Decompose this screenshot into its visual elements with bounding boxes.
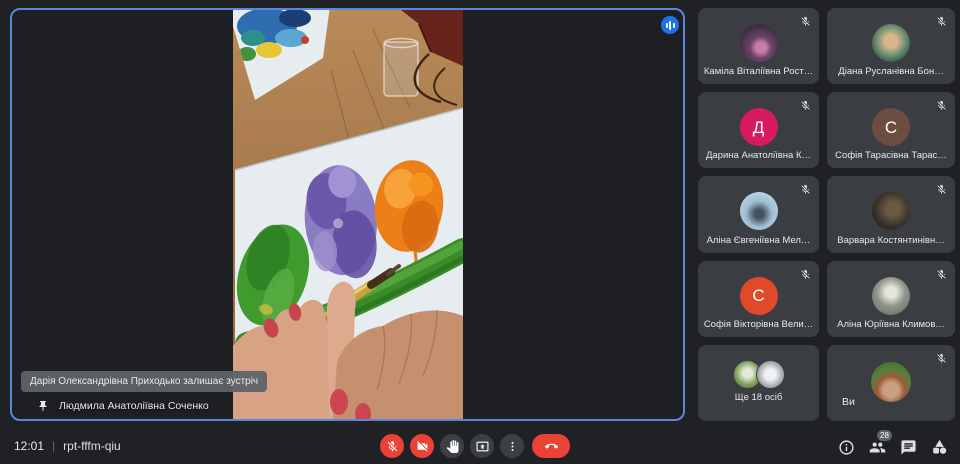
chat-icon [901, 440, 916, 455]
mic-off-icon [800, 14, 811, 26]
people-icon [869, 442, 886, 453]
avatar: С [739, 276, 778, 315]
participant-tile[interactable]: С Софія Тарасівна Тарас… [827, 92, 955, 169]
participant-tile[interactable]: Д Дарина Анатоліївна К… [698, 92, 819, 169]
participant-name: Софія Тарасівна Тарас… [835, 150, 947, 162]
audio-waveform-icon [661, 16, 679, 34]
avatar [871, 361, 911, 402]
participants-grid: Каміла Віталіївна Рост… Діана Русланівна… [698, 8, 955, 421]
panel-buttons: 28 [838, 430, 948, 456]
more-options-icon [511, 441, 513, 451]
mic-off-icon [936, 351, 947, 363]
mic-off-icon [800, 98, 811, 110]
participant-tile[interactable]: Варвара Костянтинівн… [827, 176, 955, 253]
more-participants-label: Ще 18 осіб [734, 391, 783, 403]
camera-off-icon [416, 440, 427, 451]
leave-call-icon [544, 443, 558, 449]
present-screen-button[interactable] [470, 434, 494, 458]
divider: | [52, 439, 56, 453]
pinned-participant: Людмила Анатоліївна Соченко [37, 400, 209, 412]
meeting-details-button[interactable] [838, 439, 855, 456]
activities-icon [933, 439, 947, 454]
participant-name: Варвара Костянтинівн… [837, 234, 945, 246]
pin-icon [39, 401, 47, 411]
raise-hand-button[interactable] [440, 434, 464, 458]
call-controls [380, 434, 570, 458]
avatar: Д [739, 108, 778, 147]
leave-call-button[interactable] [532, 434, 570, 458]
leave-meeting-toast: Дарія Олександрівна Приходько залишає зу… [21, 371, 268, 392]
participants-count-badge: 28 [877, 430, 892, 441]
participant-name: Каміла Віталіївна Рост… [703, 66, 814, 78]
more-participants-tile[interactable]: Ще 18 осіб [698, 344, 819, 421]
meeting-code: rpt-fffm-qiu [63, 439, 121, 453]
avatar: С [872, 108, 910, 147]
chat-panel-button[interactable] [900, 439, 917, 456]
avatar [739, 24, 778, 62]
mic-off-icon [800, 267, 811, 279]
main-video-feed [233, 10, 463, 419]
avatar-group [732, 359, 785, 389]
self-label: Ви [842, 395, 855, 408]
present-screen-icon [476, 441, 488, 451]
avatar [872, 276, 910, 315]
mic-off-icon [936, 98, 947, 110]
mic-off-icon [800, 182, 811, 194]
participant-name: Софія Вікторівна Вели… [703, 318, 814, 330]
avatar [739, 192, 778, 231]
pinned-participant-name: Людмила Анатоліївна Соченко [59, 400, 209, 412]
more-options-button[interactable] [500, 434, 524, 458]
main-video-tile[interactable]: Дарія Олександрівна Приходько залишає зу… [10, 8, 685, 421]
painting-video-scene [233, 10, 463, 419]
participant-name: Аліна Євгеніївна Мел… [706, 234, 811, 246]
avatar [755, 359, 785, 389]
clock: 12:01 [14, 439, 45, 453]
participant-tile[interactable]: Аліна Юріївна Климов… [827, 260, 955, 337]
mic-off-icon [936, 182, 947, 194]
avatar [872, 192, 910, 231]
mic-toggle-button[interactable] [380, 434, 404, 458]
meeting-info: 12:01 | rpt-fffm-qiu [14, 439, 121, 453]
participants-panel-button[interactable]: 28 [869, 430, 892, 456]
mic-off-icon [936, 14, 947, 26]
raise-hand-icon [446, 439, 458, 453]
avatar [872, 24, 910, 62]
participant-name: Діана Русланівна Бон… [838, 66, 944, 78]
participant-name: Дарина Анатоліївна К… [706, 150, 811, 162]
self-view-tile[interactable]: Ви [827, 344, 955, 421]
participant-tile[interactable]: С Софія Вікторівна Вели… [698, 260, 819, 337]
mic-off-icon [936, 267, 947, 279]
mic-off-icon [387, 440, 397, 451]
info-icon [839, 440, 854, 455]
participant-tile[interactable]: Каміла Віталіївна Рост… [698, 8, 819, 85]
participant-tile[interactable]: Діана Русланівна Бон… [827, 8, 955, 85]
participant-name: Аліна Юріївна Климов… [837, 318, 945, 330]
participant-tile[interactable]: Аліна Євгеніївна Мел… [698, 176, 819, 253]
activities-button[interactable] [931, 439, 948, 456]
camera-toggle-button[interactable] [410, 434, 434, 458]
